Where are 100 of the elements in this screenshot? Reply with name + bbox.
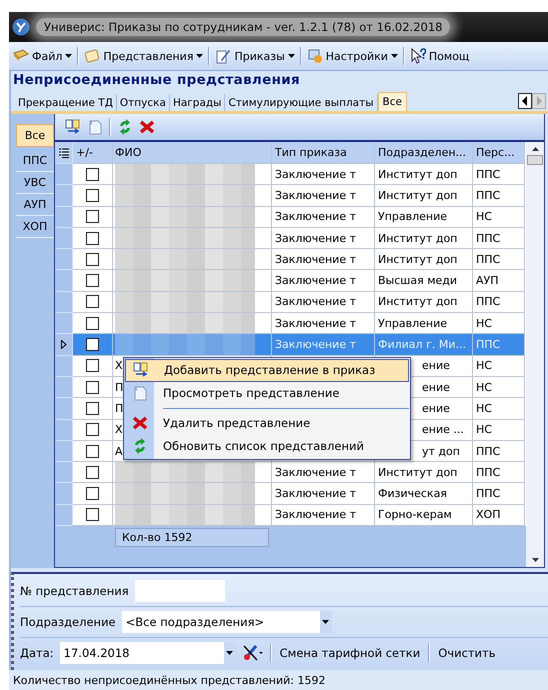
side-tab[interactable]: ППС [16, 150, 54, 172]
table-cell: НС [476, 359, 492, 372]
column-chooser[interactable] [55, 142, 73, 164]
scroll-left-button[interactable] [518, 93, 532, 109]
menu-item[interactable]: Настройки [304, 46, 400, 66]
column-header[interactable]: Подразделен... [375, 142, 473, 164]
table-cell: ППС [476, 338, 500, 352]
checkbox[interactable] [86, 168, 99, 181]
menu-item[interactable]: Файл [11, 46, 74, 66]
side-tab[interactable]: АУП [16, 194, 54, 216]
table-cell: Х [115, 359, 123, 372]
checkbox[interactable] [86, 188, 99, 202]
tab[interactable]: Награды [170, 94, 226, 111]
checkbox[interactable] [86, 380, 99, 394]
column-header[interactable]: +/- [73, 142, 113, 164]
refresh-button[interactable] [117, 119, 133, 135]
scroll-thumb[interactable] [527, 155, 543, 165]
table-cell: Институт доп [378, 188, 458, 202]
eraser-icon [242, 644, 264, 662]
delete-button[interactable] [139, 119, 155, 135]
context-menu-item[interactable]: Просмотреть представление [125, 382, 409, 405]
toolbar-button[interactable]: Смена тарифной сетки [278, 644, 422, 662]
caret-icon [226, 651, 234, 655]
checkbox[interactable] [86, 274, 99, 288]
table-cell: Заключение т [275, 338, 356, 352]
table-cell: Управление [378, 316, 448, 330]
window-title: Универис: Приказы по сотрудникам - ver. 1.2.1 (78) от 16.02.2018 [36, 18, 450, 36]
checkbox[interactable] [86, 444, 99, 458]
document-icon [132, 385, 148, 402]
table-cell: ППС [476, 444, 500, 458]
table-cell: НС [476, 380, 492, 394]
tab[interactable]: Отпуска [116, 94, 170, 111]
menu-item[interactable]: Представления [82, 46, 206, 66]
table-cell: Горно-керам [378, 508, 452, 522]
side-tab[interactable]: ХОП [16, 216, 54, 238]
table-cell: П [115, 402, 124, 415]
checkbox[interactable] [86, 210, 99, 224]
row-header[interactable] [55, 334, 73, 356]
table-cell: Заключение т [275, 274, 356, 288]
table-cell: ППС [476, 295, 500, 308]
view-button[interactable] [87, 119, 103, 135]
context-menu-item[interactable]: Удалить представление [125, 412, 409, 435]
vertical-scrollbar[interactable] [526, 142, 544, 567]
help-icon [410, 48, 426, 64]
tab[interactable]: Все [378, 92, 407, 111]
column-header[interactable]: Тип приказа [272, 142, 375, 164]
number-field[interactable] [134, 580, 225, 602]
side-tab[interactable]: УВС [16, 172, 54, 194]
table-cell: Высшая меди [378, 274, 458, 288]
app-logo-icon [12, 18, 30, 36]
tab[interactable]: Прекращение ТД [15, 94, 117, 111]
checkbox[interactable] [86, 508, 99, 522]
menu-item[interactable]: Помощ [408, 46, 472, 66]
table-cell: ение [422, 402, 450, 415]
checkbox[interactable] [86, 402, 99, 415]
checkbox[interactable] [86, 316, 99, 330]
table-cell: НС [476, 402, 492, 415]
list-icon [58, 148, 68, 158]
checkbox[interactable] [86, 252, 99, 266]
table-cell: ППС [476, 232, 500, 245]
table-cell: НС [476, 423, 492, 436]
context-menu-item[interactable]: Обновить список представлений [125, 434, 409, 458]
menu-item[interactable]: Приказы [213, 46, 297, 66]
table-cell: ППС [476, 252, 500, 266]
toolbar-button[interactable]: Очистить [436, 644, 498, 662]
table-cell: Заключение т [275, 188, 356, 202]
right-arrow-icon [535, 96, 543, 106]
row-count: Кол-во 1592 [115, 528, 269, 548]
side-tab[interactable]: Все [16, 124, 54, 147]
table-cell: Заключение т [275, 487, 356, 500]
table-cell: Физическая [378, 487, 447, 500]
checkbox[interactable] [86, 295, 99, 308]
context-menu-item[interactable]: Добавить представление в приказ [125, 358, 409, 382]
table-cell: Заключение т [275, 210, 356, 224]
checkbox[interactable] [86, 487, 99, 500]
table-cell: ППС [476, 188, 500, 202]
delete-icon [132, 415, 148, 432]
checkbox[interactable] [86, 338, 99, 352]
checkbox[interactable] [86, 359, 99, 372]
department-dropdown[interactable]: <Все подразделения> [122, 611, 332, 633]
checkbox[interactable] [86, 423, 99, 436]
table-cell: ППС [476, 487, 500, 500]
checkbox[interactable] [86, 232, 99, 245]
table-cell: Заключение т [275, 316, 356, 330]
down-arrow-icon [532, 558, 538, 562]
refresh-icon [132, 438, 148, 454]
table-cell: НС [476, 316, 492, 330]
add-button[interactable] [65, 119, 81, 135]
checkbox[interactable] [86, 466, 99, 479]
column-header[interactable]: Перс... [473, 142, 525, 164]
table-cell: ение [422, 359, 450, 372]
card-icon [84, 48, 100, 64]
table-cell: Заключение т [275, 466, 356, 479]
column-header[interactable]: ФИО [113, 142, 272, 164]
add-document-icon [133, 362, 149, 378]
table-cell: Заключение т [275, 168, 356, 181]
table-cell: ППС [476, 466, 500, 479]
clear-filter-button[interactable] [242, 644, 264, 662]
status-bar: Количество неприсоединённых представлений: 1592 [9, 670, 548, 690]
date-field[interactable]: 17.04.2018 [60, 642, 236, 664]
